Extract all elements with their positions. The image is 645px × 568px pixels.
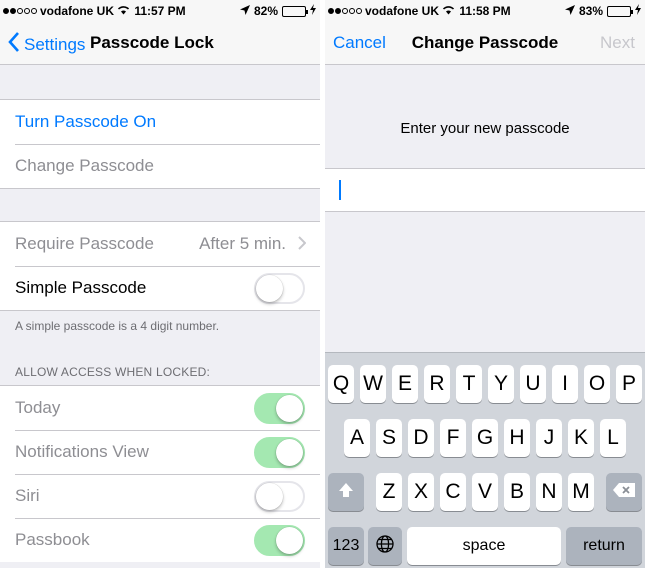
- passcode-prompt: Enter your new passcode: [400, 120, 570, 137]
- chevron-left-icon: [8, 32, 20, 57]
- turn-passcode-on-label: Turn Passcode On: [15, 112, 157, 131]
- key-l[interactable]: L: [600, 419, 626, 457]
- key-o[interactable]: O: [584, 365, 610, 403]
- key-v[interactable]: V: [472, 473, 498, 511]
- key-u[interactable]: U: [520, 365, 546, 403]
- key-q[interactable]: Q: [328, 365, 354, 403]
- key-h[interactable]: H: [504, 419, 530, 457]
- key-m[interactable]: M: [568, 473, 594, 511]
- signal-icon: [328, 8, 362, 14]
- key-g[interactable]: G: [472, 419, 498, 457]
- change-passcode-item: Change Passcode: [0, 144, 320, 188]
- delete-key[interactable]: [606, 473, 642, 511]
- status-bar: vodafone UK 11:57 PM 82%: [0, 0, 320, 22]
- carrier-name: vodafone UK: [365, 4, 440, 18]
- chevron-right-icon: [298, 235, 307, 255]
- access-item-label: Passbook: [15, 530, 90, 549]
- simple-passcode-item: Simple Passcode: [0, 266, 320, 310]
- signal-icon: [3, 8, 37, 14]
- battery-percent: 82%: [253, 4, 278, 18]
- next-button[interactable]: Next: [600, 33, 635, 53]
- access-item-notifications-view: Notifications View: [0, 430, 320, 474]
- key-y[interactable]: Y: [488, 365, 514, 403]
- wifi-icon: [442, 4, 455, 18]
- page-title: Change Passcode: [411, 33, 559, 52]
- access-item-siri: Siri: [0, 474, 320, 518]
- key-j[interactable]: J: [536, 419, 562, 457]
- globe-icon: [375, 534, 395, 559]
- access-item-label: Notifications View: [15, 442, 149, 461]
- passcode-lock-screen: vodafone UK 11:57 PM 82% Settings Passco…: [0, 0, 320, 568]
- passbook-toggle: [254, 525, 305, 556]
- simple-passcode-label: Simple Passcode: [15, 278, 147, 297]
- shift-key[interactable]: [328, 473, 364, 511]
- navigation-bar: Cancel Change Passcode Next: [325, 22, 645, 65]
- return-key[interactable]: return: [566, 527, 642, 565]
- charging-icon: [635, 4, 641, 18]
- passcode-group: Turn Passcode On Change Passcode: [0, 99, 320, 189]
- key-a[interactable]: A: [344, 419, 370, 457]
- charging-icon: [310, 4, 316, 18]
- location-arrow-icon: [564, 4, 575, 18]
- carrier: vodafone UK: [3, 4, 130, 18]
- navigation-bar: Settings Passcode Lock: [0, 22, 320, 65]
- key-p[interactable]: P: [616, 365, 642, 403]
- access-item-label: Siri: [15, 486, 40, 505]
- allow-access-header: ALLOW ACCESS WHEN LOCKED:: [15, 365, 211, 379]
- simple-passcode-footnote: A simple passcode is a 4 digit number.: [15, 319, 220, 333]
- require-passcode-item: Require Passcode After 5 min.: [0, 222, 320, 266]
- passcode-input[interactable]: [325, 168, 645, 212]
- simple-passcode-toggle[interactable]: [254, 273, 305, 304]
- key-t[interactable]: T: [456, 365, 482, 403]
- carrier: vodafone UK: [328, 4, 455, 18]
- siri-toggle: [254, 481, 305, 512]
- change-passcode-screen: vodafone UK 11:58 PM 83% Cancel Change P…: [325, 0, 645, 568]
- status-bar: vodafone UK 11:58 PM 83%: [325, 0, 645, 22]
- shift-icon: [337, 481, 355, 504]
- today-toggle: [254, 393, 305, 424]
- keyboard: Q W E R T Y U I O P A S D F G H J K L Z X C V B N M 123 space return: [325, 352, 645, 568]
- require-passcode-label: Require Passcode: [15, 234, 154, 253]
- key-c[interactable]: C: [440, 473, 466, 511]
- key-s[interactable]: S: [376, 419, 402, 457]
- battery-icon: [282, 5, 308, 17]
- numbers-key[interactable]: 123: [328, 527, 364, 565]
- key-n[interactable]: N: [536, 473, 562, 511]
- globe-key[interactable]: [368, 527, 402, 565]
- space-key[interactable]: space: [407, 527, 561, 565]
- key-x[interactable]: X: [408, 473, 434, 511]
- settings-back-button[interactable]: Settings: [8, 32, 85, 57]
- text-caret: [339, 180, 341, 200]
- access-item-passbook: Passbook: [0, 518, 320, 562]
- key-b[interactable]: B: [504, 473, 530, 511]
- location-arrow-icon: [239, 4, 250, 18]
- key-e[interactable]: E: [392, 365, 418, 403]
- back-label: Settings: [24, 34, 86, 54]
- page-title: Passcode Lock: [90, 33, 214, 52]
- key-f[interactable]: F: [440, 419, 466, 457]
- key-z[interactable]: Z: [376, 473, 402, 511]
- battery-icon: [607, 5, 633, 17]
- require-group: Require Passcode After 5 min. Simple Pas…: [0, 221, 320, 311]
- carrier-name: vodafone UK: [40, 4, 115, 18]
- access-item-today: Today: [0, 386, 320, 430]
- turn-passcode-on-button[interactable]: Turn Passcode On: [0, 100, 320, 144]
- key-r[interactable]: R: [424, 365, 450, 403]
- battery-percent: 83%: [578, 4, 603, 18]
- access-item-label: Today: [15, 398, 61, 417]
- notifications-view-toggle: [254, 437, 305, 468]
- backspace-icon: [612, 482, 636, 503]
- change-passcode-label: Change Passcode: [15, 156, 154, 175]
- allow-access-group: Today Notifications View Siri Passbook: [0, 385, 320, 562]
- wifi-icon: [117, 4, 130, 18]
- key-d[interactable]: D: [408, 419, 434, 457]
- require-passcode-value: After 5 min.: [199, 234, 286, 253]
- key-k[interactable]: K: [568, 419, 594, 457]
- key-w[interactable]: W: [360, 365, 386, 403]
- key-i[interactable]: I: [552, 365, 578, 403]
